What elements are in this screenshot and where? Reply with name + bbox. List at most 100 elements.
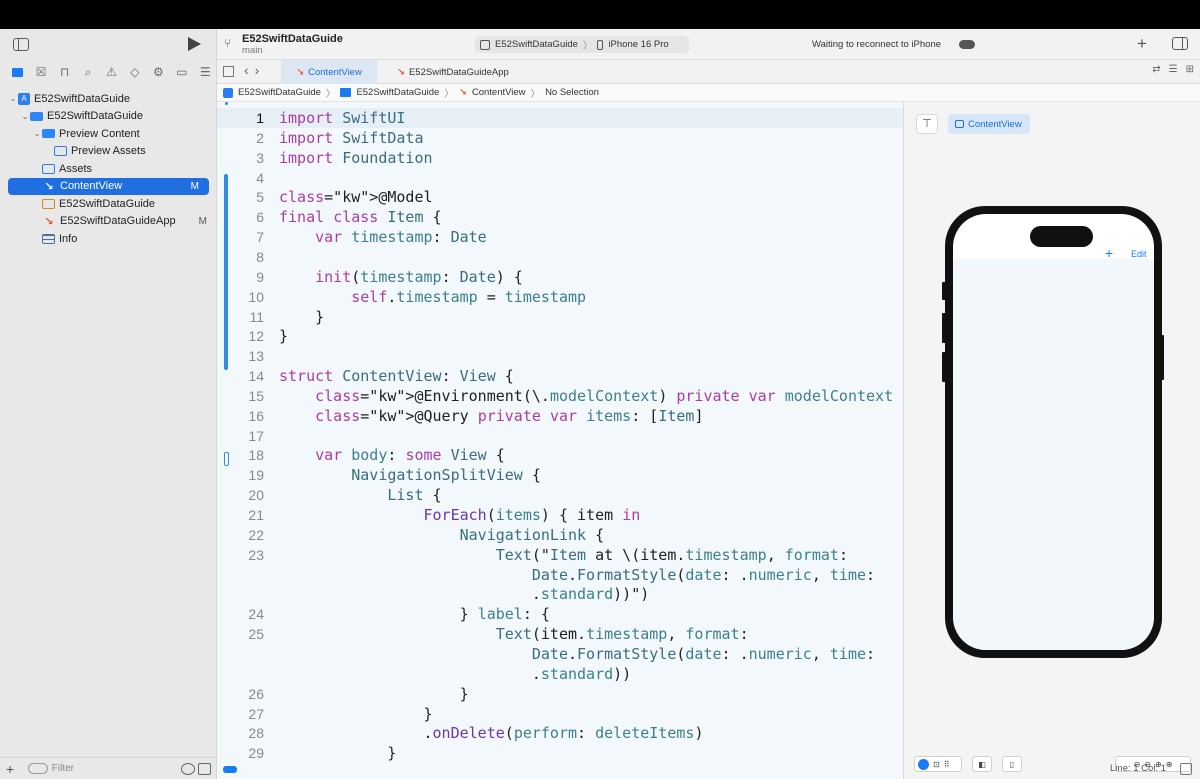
issue-icon[interactable]: ⚠ [100, 62, 123, 82]
related-items-icon[interactable] [223, 66, 234, 77]
tree-item[interactable]: ⌄ Preview Content [0, 125, 217, 143]
line-number: 19 [248, 467, 264, 484]
line-number: 2 [256, 129, 264, 146]
code-line[interactable]: 21 ForEach(items) { item in [217, 505, 903, 525]
tree-item[interactable]: Assets [0, 160, 217, 178]
report-icon[interactable]: ☰ [194, 62, 217, 82]
code-line[interactable]: 1 import SwiftUI [217, 108, 903, 128]
find-icon[interactable]: ⌕ [76, 62, 99, 82]
code-line[interactable]: 17 [217, 426, 903, 446]
code-line[interactable]: 20 List { [217, 485, 903, 505]
chevron-down-icon[interactable]: ⌄ [32, 129, 42, 138]
code-line[interactable]: 22 NavigationLink { [217, 525, 903, 545]
split-editor-icon[interactable]: ⊞ [1186, 64, 1194, 75]
code-line[interactable]: 23 Text("Item at \(item.timestamp, forma… [217, 545, 903, 565]
code-line[interactable]: .standard))") [217, 584, 903, 604]
code-line[interactable]: 24 } label: { [217, 604, 903, 624]
code-text: } [279, 744, 397, 763]
tree-item[interactable]: E52SwiftDataGuide [0, 195, 217, 213]
code-text: .standard)) [279, 664, 632, 683]
jump-file[interactable]: ContentView [472, 87, 526, 98]
tab-app[interactable]: ↘ E52SwiftDataGuideApp [397, 60, 527, 84]
code-line[interactable]: Date.FormatStyle(date: .numeric, time: [217, 644, 903, 664]
pin-icon[interactable]: ⊤ [916, 114, 938, 134]
jump-project[interactable]: E52SwiftDataGuide [238, 87, 321, 98]
source-control-icon[interactable]: ☒ [29, 62, 52, 82]
device-name[interactable]: iPhone 16 Pro [608, 39, 668, 50]
code-line[interactable]: 10 self.timestamp = timestamp [217, 287, 903, 307]
code-line[interactable]: 28 .onDelete(perform: deleteItems) [217, 723, 903, 743]
code-text: var timestamp: Date [315, 228, 487, 247]
cloud-icon[interactable] [959, 40, 975, 49]
code-line[interactable]: 9 init(timestamp: Date) { [217, 267, 903, 287]
edit-button[interactable]: Edit [1131, 249, 1147, 259]
filter-field[interactable]: Filter [27, 761, 176, 776]
code-line[interactable]: 25 Text(item.timestamp, format: [217, 624, 903, 644]
preview-chip[interactable]: ContentView [948, 114, 1030, 134]
code-line[interactable]: 3 import Foundation [217, 148, 903, 168]
sidebar-toggle-icon[interactable] [13, 38, 29, 51]
source-filter-icon[interactable] [198, 762, 212, 775]
tree-item[interactable]: ↘ ContentView M [8, 177, 209, 195]
code-line[interactable]: 6 final class Item { [217, 207, 903, 227]
code-line[interactable]: 11 } [217, 307, 903, 327]
code-line[interactable]: 8 [217, 247, 903, 267]
jump-symbol[interactable]: No Selection [545, 87, 599, 98]
code-text: NavigationSplitView { [351, 466, 541, 485]
debug-area-indicator[interactable] [223, 766, 237, 773]
device-icon[interactable]: ▯ [1002, 756, 1022, 772]
debug-icon[interactable]: ⚙ [147, 62, 170, 82]
tree-item[interactable]: ⌄ A E52SwiftDataGuide [0, 90, 217, 108]
tree-item[interactable]: Preview Assets [0, 143, 217, 161]
add-icon[interactable]: + [6, 761, 20, 777]
tree-item[interactable]: ↘ E52SwiftDataGuideApp M [0, 213, 217, 231]
code-line[interactable]: 2 import SwiftData [217, 128, 903, 148]
chevron-down-icon[interactable]: ⌄ [8, 94, 18, 103]
code-line[interactable]: 19 NavigationSplitView { [217, 465, 903, 485]
code-line[interactable]: 14 struct ContentView: View { [217, 366, 903, 386]
editor-options-icon[interactable]: ☰ [1169, 64, 1178, 75]
run-icon[interactable] [188, 37, 201, 51]
code-line[interactable]: 4 [217, 168, 903, 188]
code-line[interactable]: 18 var body: some View { [217, 445, 903, 465]
device-settings-icon[interactable]: ◧ [972, 756, 992, 772]
library-plus-icon[interactable]: + [1137, 34, 1147, 54]
project-name[interactable]: E52SwiftDataGuide [242, 33, 343, 45]
code-line[interactable]: 26 } [217, 684, 903, 704]
tree-item[interactable]: ⌄ E52SwiftDataGuide [0, 108, 217, 126]
live-mode-icon[interactable] [918, 758, 929, 770]
scheme-target[interactable]: E52SwiftDataGuide [495, 39, 578, 50]
test-icon[interactable]: ◇ [123, 62, 146, 82]
variants-icon[interactable]: ⠿ [944, 760, 950, 769]
breakpoint-icon[interactable]: ▭ [170, 62, 193, 82]
bookmark-icon[interactable]: ⊓ [53, 62, 76, 82]
code-line[interactable]: 27 } [217, 704, 903, 724]
jump-group[interactable]: E52SwiftDataGuide [356, 87, 439, 98]
code-line[interactable]: .standard)) [217, 664, 903, 684]
back-forward-icon[interactable]: ‹› [244, 62, 265, 78]
code-line[interactable]: 7 var timestamp: Date [217, 227, 903, 247]
code-editor[interactable]: 1 import SwiftUI 2 import SwiftData 3 import … [217, 102, 903, 779]
tree-item[interactable]: Info [0, 230, 217, 248]
code-line[interactable]: 13 [217, 346, 903, 366]
code-line[interactable]: 15 class="kw">@Environment(\.modelContex… [217, 386, 903, 406]
line-number: 16 [248, 407, 264, 424]
code-line[interactable]: 5 class="kw">@Model [217, 187, 903, 207]
code-line[interactable]: Date.FormatStyle(date: .numeric, time: [217, 565, 903, 585]
code-line[interactable]: 29 } [217, 743, 903, 763]
chevron-down-icon[interactable]: ⌄ [20, 112, 30, 121]
recent-files-icon[interactable] [181, 762, 196, 775]
zoom-in-icon[interactable]: ⊕ [1166, 760, 1173, 769]
inspector-toggle-icon[interactable] [1172, 37, 1188, 50]
code-text: Date.FormatStyle(date: .numeric, time: [531, 644, 876, 663]
project-navigator-icon[interactable] [6, 62, 29, 82]
code-text: Date.FormatStyle(date: .numeric, time: [531, 565, 876, 584]
code-line[interactable]: 16 class="kw">@Query private var items: … [217, 406, 903, 426]
select-mode-icon[interactable]: ⊡ [933, 760, 940, 769]
mode-selector[interactable]: ⊡ ⠿ [914, 756, 962, 772]
scheme-selector[interactable]: E52SwiftDataGuide 〉 iPhone 16 Pro [475, 36, 689, 53]
code-line[interactable]: 12} [217, 326, 903, 346]
refresh-icon[interactable]: ⇄ [1152, 64, 1160, 75]
debug-area-toggle-icon[interactable] [1180, 763, 1192, 775]
tab-contentview[interactable]: ↘ ContentView [281, 60, 377, 84]
